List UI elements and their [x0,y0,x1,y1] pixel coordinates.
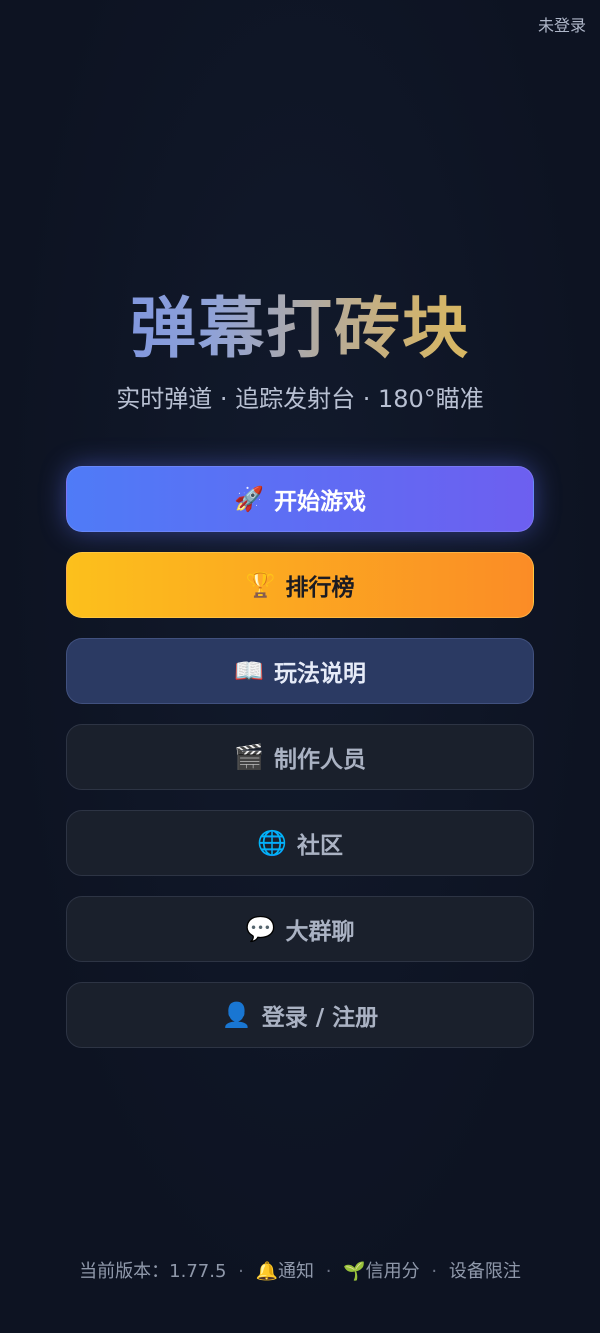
group-chat-button[interactable]: 💬 大群聊 [66,896,534,962]
speech-bubble-icon: 💬 [245,915,276,943]
footer-separator: · [238,1261,244,1282]
credit-score-label: 信用分 [365,1261,420,1282]
bell-icon: 🔔 [255,1261,279,1282]
page-title: 弹幕打砖块 [0,286,600,372]
credits-label: 制作人员 [273,747,366,773]
how-to-play-label: 玩法说明 [273,661,366,687]
page-subtitle: 实时弹道 · 追踪发射台 · 180°瞄准 [116,385,484,413]
device-limit-link[interactable]: 设备限注 [449,1261,521,1282]
clapperboard-icon: 🎬 [234,743,264,771]
group-chat-label: 大群聊 [285,919,355,945]
rocket-icon: 🚀 [234,485,264,513]
trophy-icon: 🏆 [245,571,276,599]
footer-separator: · [325,1261,332,1282]
main-menu: 🚀 开始游戏 🏆 排行榜 📖 玩法说明 🎬 制作人员 🌐 社区 💬 大群聊 👤 … [66,466,534,1068]
credit-score-link[interactable]: 🌱信用分 [343,1261,425,1282]
start-game-label: 开始游戏 [273,489,366,515]
globe-icon: 🌐 [257,829,287,857]
how-to-play-button[interactable]: 📖 玩法说明 [66,638,534,704]
leaderboard-button[interactable]: 🏆 排行榜 [66,552,534,618]
login-status-link[interactable]: 未登录 [538,12,586,36]
start-game-button[interactable]: 🚀 开始游戏 [66,466,534,532]
book-icon: 📖 [234,657,264,685]
footer-separator: · [431,1261,438,1282]
community-button[interactable]: 🌐 社区 [66,810,534,876]
community-label: 社区 [296,833,343,859]
version-label: 当前版本：1.77.5 [79,1261,227,1282]
login-register-label: 登录 / 注册 [261,1005,379,1031]
credits-button[interactable]: 🎬 制作人员 [66,724,534,790]
leaderboard-label: 排行榜 [285,575,355,601]
sprout-icon: 🌱 [343,1261,366,1282]
notice-link[interactable]: 🔔通知 [256,1261,320,1282]
footer: 当前版本：1.77.5 · 🔔通知 · 🌱信用分 · 设备限注 [0,1257,600,1287]
login-register-button[interactable]: 👤 登录 / 注册 [66,982,534,1048]
notice-label: 通知 [278,1261,315,1282]
user-icon: 👤 [221,1001,252,1029]
